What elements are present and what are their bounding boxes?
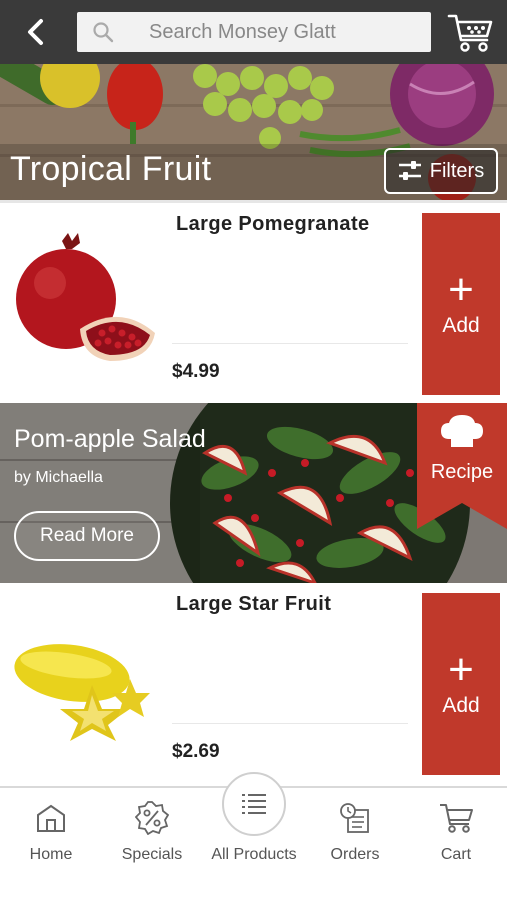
product-row[interactable]: Large Pomegranate $4.99 + Add: [0, 203, 507, 395]
back-button[interactable]: [18, 14, 54, 50]
nav-label: Cart: [440, 846, 472, 863]
nav-label: Specials: [121, 846, 183, 863]
star-fruit-image: [14, 644, 150, 741]
product-name: Large Pomegranate: [176, 213, 370, 235]
divider: [172, 723, 408, 724]
filters-button[interactable]: Filters: [384, 148, 498, 194]
add-to-cart-button[interactable]: + Add: [422, 213, 500, 395]
list-icon: [242, 794, 266, 814]
add-label: Add: [442, 694, 480, 717]
all-products-center-button[interactable]: [222, 772, 286, 836]
nav-orders[interactable]: Orders: [305, 798, 405, 874]
product-price: $4.99: [172, 361, 220, 382]
product-name: Large Star Fruit: [176, 593, 332, 615]
pomegranate-image: [16, 233, 155, 361]
orders-icon: [335, 798, 375, 838]
percent-badge-icon: [132, 798, 172, 838]
cart-icon: [447, 14, 493, 52]
home-icon: [31, 798, 71, 838]
category-title: Tropical Fruit: [10, 150, 212, 188]
recipe-author: by Michaella: [14, 469, 103, 486]
top-bar: [0, 0, 507, 64]
recipe-title: Pom-apple Salad: [14, 425, 206, 453]
nav-home[interactable]: Home: [1, 798, 101, 874]
product-row[interactable]: Large Star Fruit $2.69 + Add: [0, 583, 507, 775]
plus-icon: +: [448, 265, 474, 314]
read-more-button[interactable]: Read More: [14, 511, 160, 561]
nav-label: All Products: [211, 846, 297, 863]
search-input[interactable]: [115, 12, 431, 52]
filters-label: Filters: [429, 159, 485, 182]
recipe-tag-label: Recipe: [430, 461, 494, 483]
divider: [172, 343, 408, 344]
chevron-left-icon: [28, 19, 43, 45]
recipe-banner[interactable]: Pom-apple Salad by Michaella Read More R…: [0, 403, 507, 583]
plus-icon: +: [448, 645, 474, 694]
add-to-cart-button[interactable]: + Add: [422, 593, 500, 775]
nav-label: Home: [29, 846, 73, 863]
nav-cart[interactable]: Cart: [406, 798, 506, 874]
add-label: Add: [442, 314, 480, 337]
bottom-navigation: Home Specials All Products Orders Cart: [0, 772, 507, 900]
product-price: $2.69: [172, 741, 220, 762]
search-box[interactable]: [77, 12, 431, 52]
sliders-icon: [398, 161, 421, 180]
nav-label: Orders: [330, 846, 380, 863]
search-icon: [91, 20, 115, 44]
cart-icon: [436, 798, 476, 838]
nav-specials[interactable]: Specials: [102, 798, 202, 874]
header-cart-button[interactable]: [447, 12, 495, 54]
